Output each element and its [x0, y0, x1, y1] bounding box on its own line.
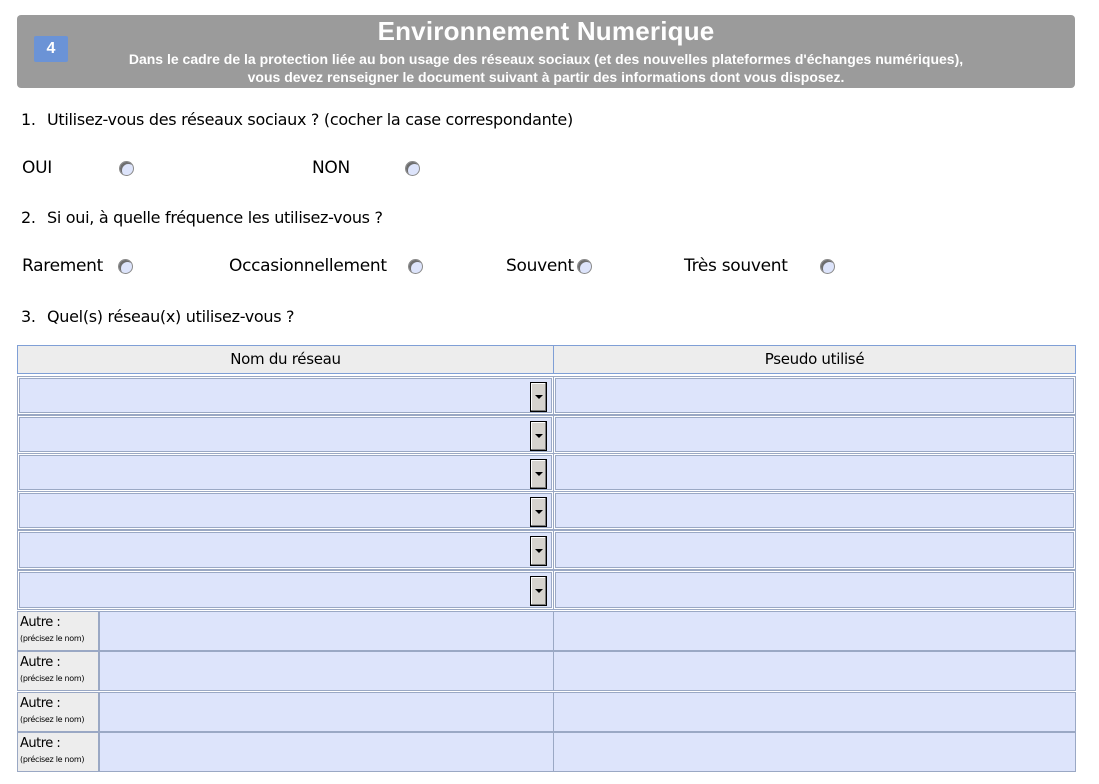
radio-rarement[interactable]: [118, 259, 133, 274]
autre-name-input-2[interactable]: [99, 651, 554, 691]
dropdown-button-4[interactable]: [530, 497, 547, 527]
dropdown-button-3[interactable]: [530, 459, 547, 489]
column-header-network-name: Nom du réseau: [17, 345, 554, 374]
network-select-3[interactable]: [19, 455, 552, 490]
subtitle-line-1: Dans le cadre de la protection liée au b…: [128, 51, 964, 67]
autre-label-3: Autre : (précisez le nom): [17, 692, 99, 732]
pseudo-input-5[interactable]: [555, 532, 1074, 568]
network-select-1[interactable]: [19, 378, 552, 413]
option-souvent-label: Souvent: [506, 256, 574, 276]
question-3-number: 3.: [21, 307, 36, 326]
pseudo-cell-6: [553, 570, 1076, 610]
network-select-4[interactable]: [19, 493, 552, 528]
autre-name-input-4[interactable]: [99, 732, 554, 772]
option-non-label: NON: [312, 158, 350, 178]
question-1-text: Utilisez-vous des réseaux sociaux ? (coc…: [47, 110, 573, 129]
autre-hint-text: (précisez le nom): [20, 674, 85, 683]
question-1-number: 1.: [21, 110, 36, 129]
chevron-down-icon: [535, 510, 543, 514]
table-row-1: [17, 376, 554, 415]
subtitle-line-2: vous devez renseigner le document suivan…: [247, 69, 845, 85]
autre-label-4: Autre : (précisez le nom): [17, 732, 99, 772]
radio-tres-souvent[interactable]: [820, 259, 835, 274]
table-row-4: [17, 491, 554, 530]
pseudo-input-1[interactable]: [555, 378, 1074, 413]
option-occasionnellement-label: Occasionnellement: [229, 256, 387, 276]
table-row-3: [17, 453, 554, 492]
section-subtitle: Dans le cadre de la protection liée au b…: [17, 50, 1075, 86]
question-2-text: Si oui, à quelle fréquence les utilisez-…: [47, 208, 383, 227]
option-oui-label: OUI: [22, 158, 52, 178]
autre-hint-text: (précisez le nom): [20, 755, 85, 764]
autre-label-text: Autre :: [20, 696, 61, 711]
question-1: 1. Utilisez-vous des réseaux sociaux ? (c…: [21, 110, 573, 129]
dropdown-button-2[interactable]: [530, 421, 547, 451]
radio-occasionnellement[interactable]: [408, 259, 423, 274]
autre-label-text: Autre :: [20, 615, 61, 630]
question-2: 2. Si oui, à quelle fréquence les utilise…: [21, 208, 383, 227]
chevron-down-icon: [535, 395, 543, 399]
chevron-down-icon: [535, 549, 543, 553]
dropdown-button-6[interactable]: [530, 576, 547, 606]
pseudo-cell-2: [553, 415, 1076, 454]
dropdown-button-1[interactable]: [530, 382, 547, 412]
dropdown-button-5[interactable]: [530, 536, 547, 566]
section-title: Environnement Numerique: [377, 16, 715, 46]
chevron-down-icon: [535, 434, 543, 438]
column-header-pseudo: Pseudo utilisé: [553, 345, 1076, 374]
pseudo-cell-4: [553, 491, 1076, 530]
autre-pseudo-input-1[interactable]: [553, 611, 1076, 651]
pseudo-cell-1: [553, 376, 1076, 415]
autre-name-input-1[interactable]: [99, 611, 554, 651]
autre-pseudo-input-4[interactable]: [553, 732, 1076, 772]
option-tres-souvent-label: Très souvent: [684, 256, 788, 276]
chevron-down-icon: [535, 589, 543, 593]
autre-pseudo-input-3[interactable]: [553, 692, 1076, 732]
option-rarement-label: Rarement: [22, 256, 103, 276]
autre-name-input-3[interactable]: [99, 692, 554, 732]
network-select-6[interactable]: [19, 572, 552, 608]
chevron-down-icon: [535, 472, 543, 476]
autre-label-2: Autre : (précisez le nom): [17, 651, 99, 691]
question-3-text: Quel(s) réseau(x) utilisez-vous ?: [47, 307, 295, 326]
question-2-number: 2.: [21, 208, 36, 227]
table-row-5: [17, 530, 554, 570]
radio-non[interactable]: [405, 161, 420, 176]
pseudo-input-3[interactable]: [555, 455, 1074, 490]
pseudo-cell-5: [553, 530, 1076, 570]
autre-label-text: Autre :: [20, 736, 61, 751]
autre-hint-text: (précisez le nom): [20, 715, 85, 724]
radio-oui[interactable]: [119, 161, 134, 176]
question-3: 3. Quel(s) réseau(x) utilisez-vous ?: [21, 307, 295, 326]
pseudo-input-4[interactable]: [555, 493, 1074, 528]
table-row-6: [17, 570, 554, 610]
section-header: 4 Environnement Numerique Dans le cadre …: [17, 15, 1075, 88]
autre-label-1: Autre : (précisez le nom): [17, 611, 99, 651]
table-row-2: [17, 415, 554, 454]
network-select-2[interactable]: [19, 417, 552, 452]
autre-label-text: Autre :: [20, 655, 61, 670]
network-select-5[interactable]: [19, 532, 552, 568]
pseudo-input-2[interactable]: [555, 417, 1074, 452]
pseudo-input-6[interactable]: [555, 572, 1074, 608]
autre-pseudo-input-2[interactable]: [553, 651, 1076, 691]
radio-souvent[interactable]: [577, 259, 592, 274]
autre-hint-text: (précisez le nom): [20, 634, 85, 643]
pseudo-cell-3: [553, 453, 1076, 492]
